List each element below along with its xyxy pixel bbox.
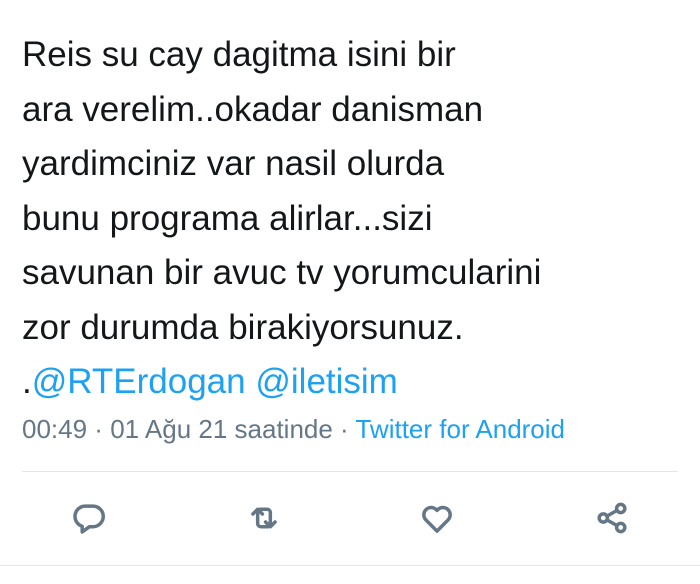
tweet-line: savunan bir avuc tv yorumcularini — [22, 253, 542, 292]
meta-separator: · — [332, 414, 356, 444]
tweet-time[interactable]: 00:49 — [22, 414, 87, 444]
retweet-icon — [251, 507, 277, 529]
tweet-line: Reis su cay dagitma isini bir — [22, 35, 456, 74]
bottom-divider — [0, 565, 700, 566]
meta-separator: · — [87, 414, 111, 444]
retweet-button[interactable] — [239, 493, 289, 543]
tweet-source-link[interactable]: Twitter for Android — [355, 414, 565, 444]
tweet-line: bunu programa alirlar...sizi — [22, 198, 433, 238]
mention-iletisim-link[interactable]: @iletisim — [255, 362, 397, 401]
tweet-meta: 00:49 · 01 Ağu 21 saatinde · Twitter for… — [22, 411, 565, 447]
mentions-line: .@RTErdogan @iletisim — [22, 355, 682, 410]
tweet-line: zor durumda birakiyorsunuz. — [22, 307, 464, 347]
tweet-date[interactable]: 01 Ağu 21 saatinde — [110, 414, 333, 444]
reply-button[interactable] — [64, 493, 114, 543]
tweet-line: yardimciniz var nasil olurda — [22, 144, 445, 183]
divider — [22, 471, 678, 472]
share-icon — [597, 502, 627, 534]
mention-prefix: . — [22, 362, 32, 401]
mention-rterdogan-link[interactable]: @RTErdogan — [32, 362, 246, 401]
tweet-text: Reis su cay dagitma isini bir ara vereli… — [22, 28, 682, 410]
reply-icon — [73, 504, 105, 534]
heart-icon — [422, 505, 452, 533]
like-button[interactable] — [412, 493, 462, 543]
tweet-line: ara verelim..okadar danisman — [22, 89, 484, 129]
tweet-actions — [0, 493, 700, 543]
share-button[interactable] — [587, 493, 637, 543]
